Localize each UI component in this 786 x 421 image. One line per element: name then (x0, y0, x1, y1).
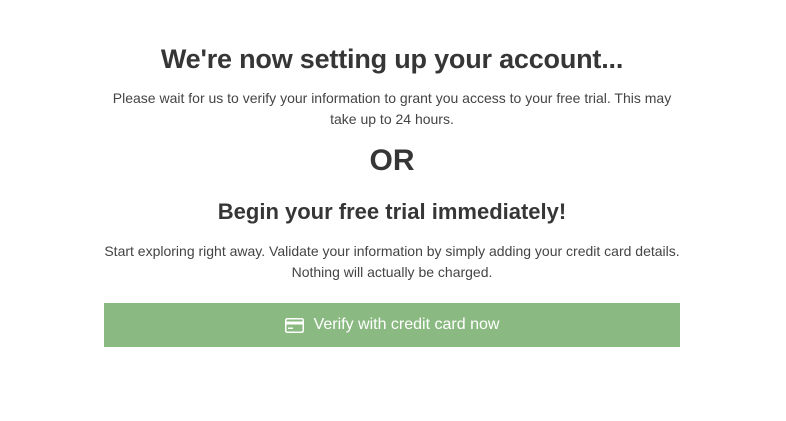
setup-message: Please wait for us to verify your inform… (112, 90, 672, 127)
or-separator: OR (369, 144, 415, 177)
credit-card-icon (284, 317, 304, 333)
verify-button-label: Verify with credit card now (313, 316, 500, 333)
account-setup-panel: We're now setting up your account... Ple… (104, 40, 680, 347)
trial-message: Start exploring right away. Validate you… (104, 243, 680, 280)
trial-title: Begin your free trial immediately! (217, 199, 567, 224)
setup-title: We're now setting up your account... (160, 44, 624, 74)
page: We're now setting up your account... Ple… (0, 0, 786, 421)
verify-credit-card-button[interactable]: Verify with credit card now (104, 303, 680, 347)
